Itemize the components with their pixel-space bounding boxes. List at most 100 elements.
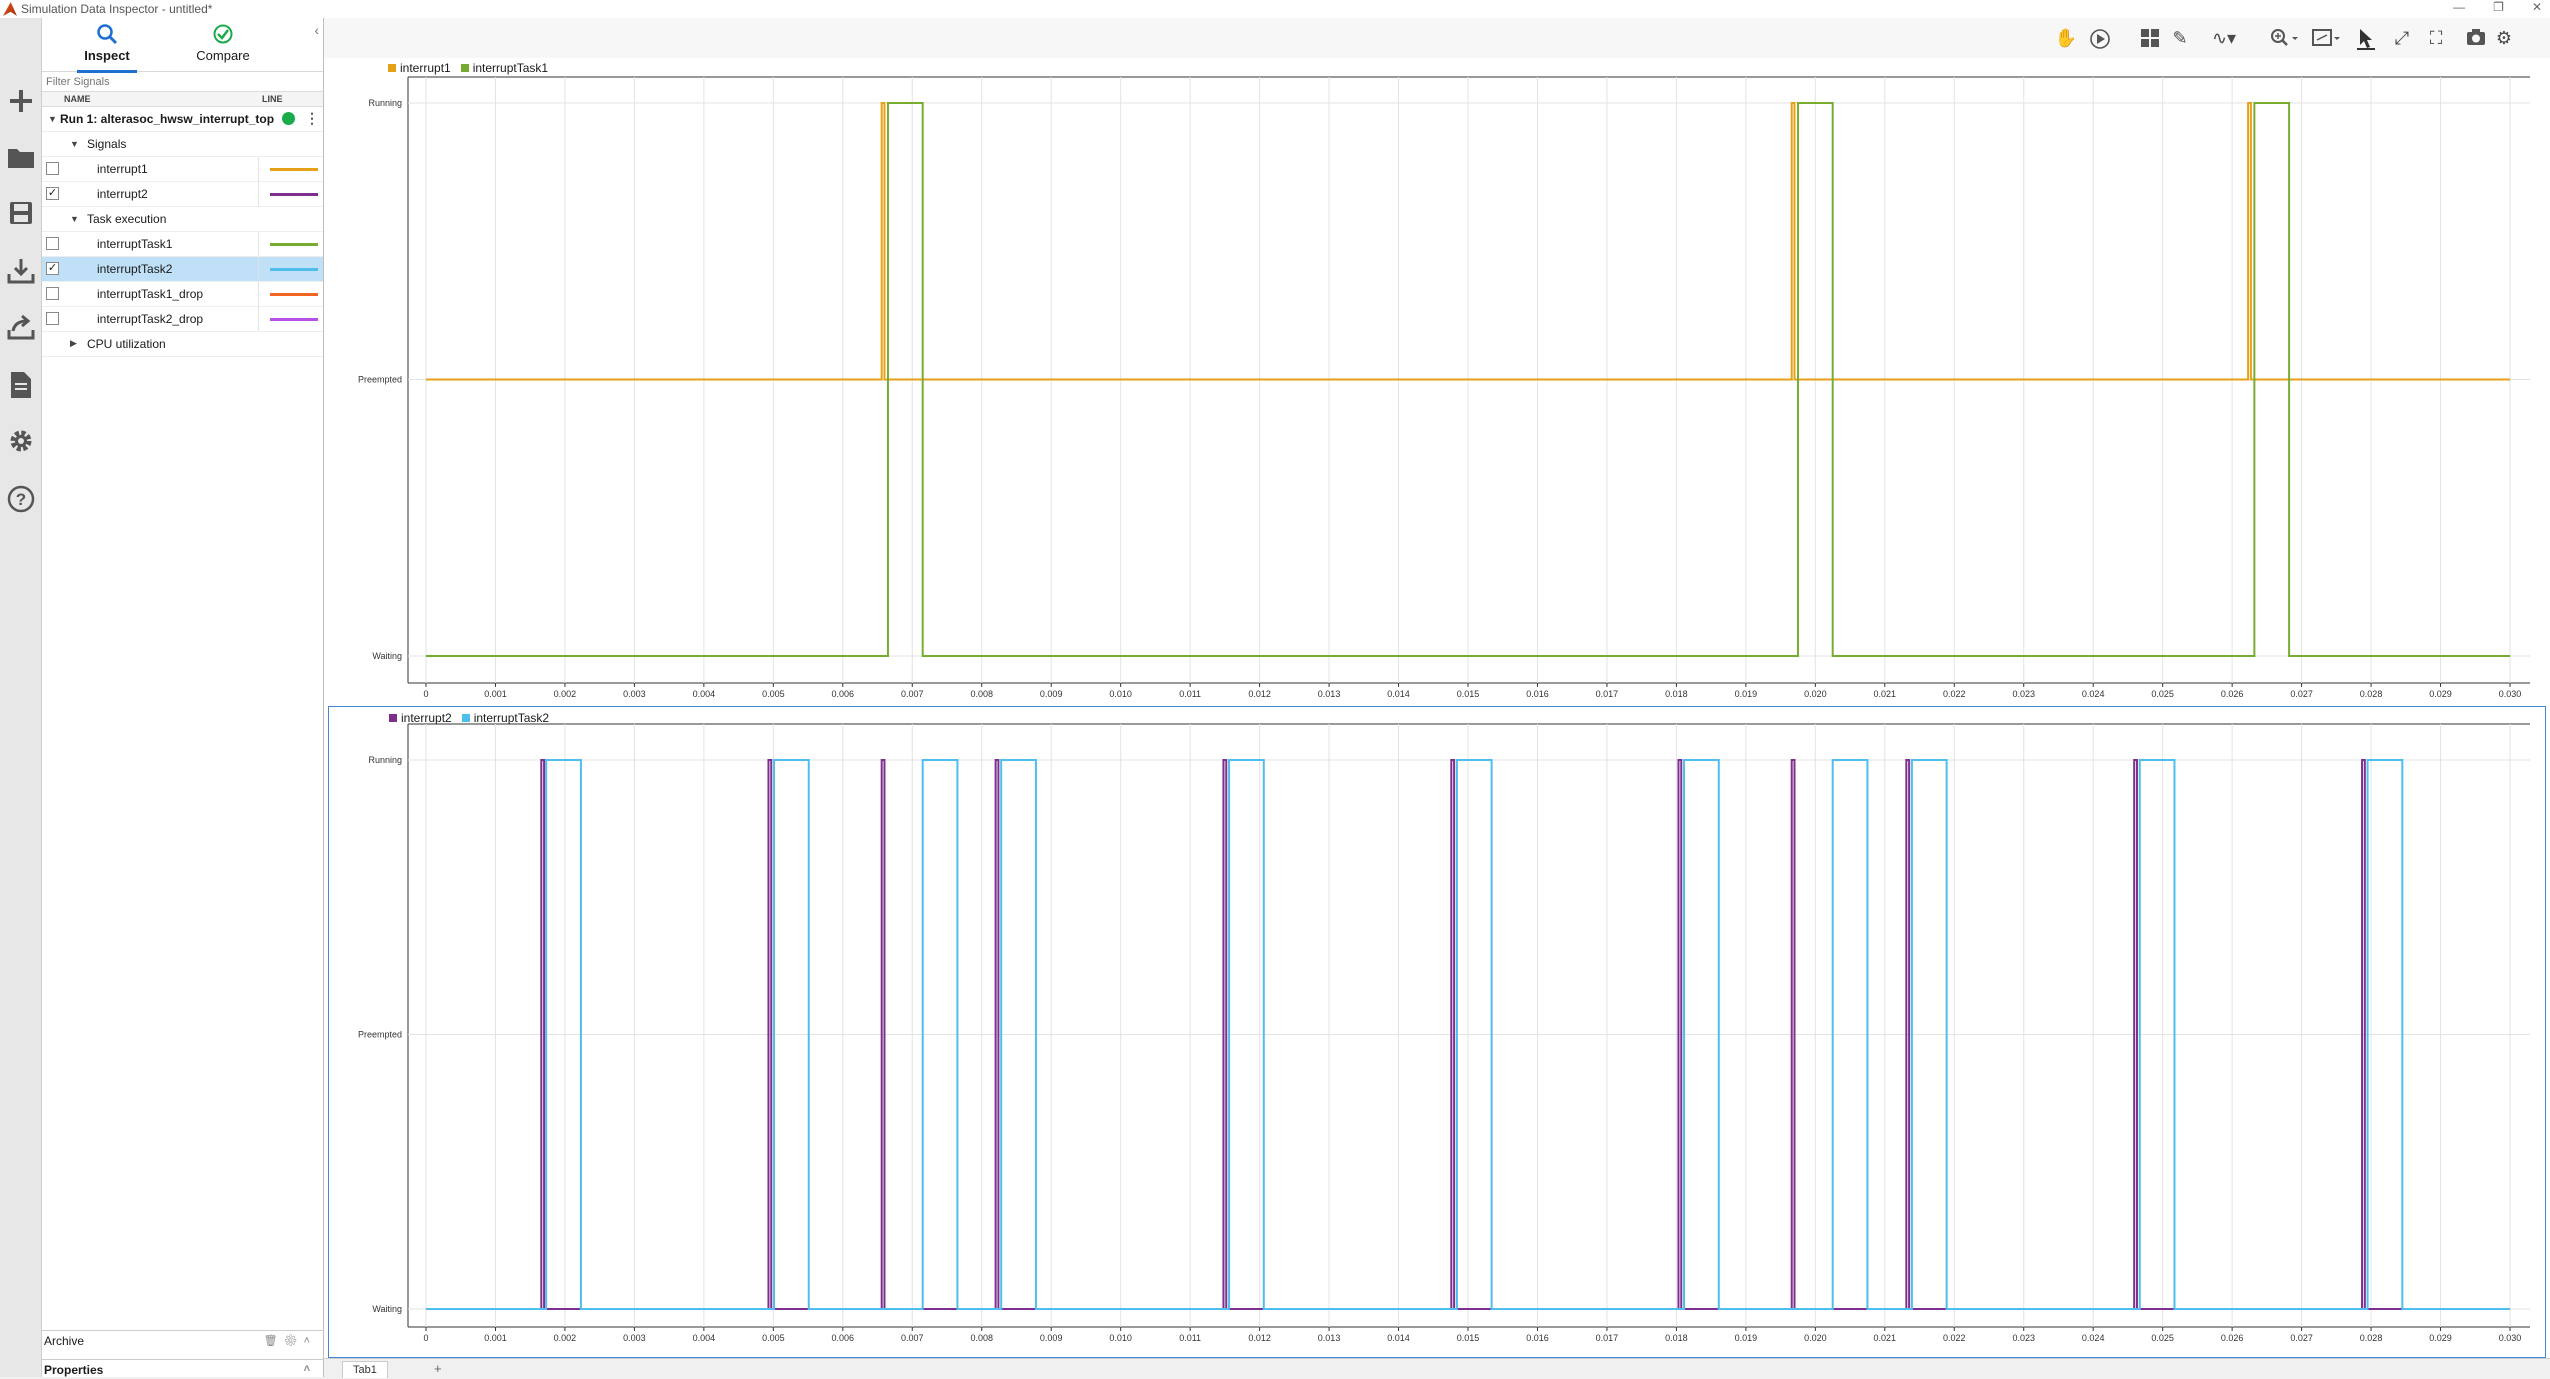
line-swatch[interactable]: [270, 267, 318, 271]
camera-icon[interactable]: [2464, 28, 2488, 50]
eraser-icon[interactable]: ✎: [2168, 28, 2192, 50]
trash-icon[interactable]: 🗑: [264, 1335, 284, 1347]
signal-checkbox[interactable]: ✓: [46, 262, 59, 275]
signal-checkbox[interactable]: ✓: [46, 187, 59, 200]
collapse-panel-icon[interactable]: ‹: [314, 22, 319, 38]
restore-icon[interactable]: ❐: [2493, 0, 2504, 14]
x-tick-label: 0.006: [832, 1333, 855, 1343]
chevron-up-icon[interactable]: ˄: [304, 1363, 316, 1375]
zoom-in-icon[interactable]: [2268, 28, 2302, 50]
x-tick-label: 0.005: [762, 1333, 785, 1343]
group-row-cpu-utilization[interactable]: ▶ CPU utilization: [42, 332, 323, 357]
x-tick-label: 0.018: [1665, 689, 1688, 699]
archive-section[interactable]: Archive 🗑⚙˄: [42, 1330, 324, 1350]
help-icon[interactable]: ?: [4, 482, 38, 516]
plot-toolbar: ✋ ✎ ∿▾ ⤢ ⛶ ⚙: [324, 18, 2550, 58]
folder-icon[interactable]: [4, 140, 38, 174]
add-tab-icon[interactable]: +: [434, 1361, 442, 1376]
x-tick-label: 0.022: [1943, 1333, 1966, 1343]
legend-item: interrupt1: [388, 61, 451, 75]
properties-label: Properties: [44, 1363, 104, 1377]
magnifier-icon: [52, 20, 162, 48]
signal-checkbox[interactable]: [46, 237, 59, 250]
x-tick-label: 0: [423, 689, 428, 699]
x-tick-label: 0.006: [832, 689, 855, 699]
x-tick-label: 0.023: [2012, 689, 2035, 699]
signal-row-interrupt1[interactable]: interrupt1: [42, 156, 323, 182]
signal-name: interruptTask1_drop: [97, 286, 204, 301]
timeline-chart-bottom[interactable]: 0 0.001 0.002 0.003 0.004 0.005 0.006 0.007 0.00…: [329, 707, 2545, 1357]
signal-row-interrupttask1-drop[interactable]: interruptTask1_drop: [42, 281, 323, 307]
export-icon[interactable]: [4, 310, 38, 344]
layout-grid-icon[interactable]: [2138, 28, 2162, 50]
run-row[interactable]: ▼ Run 1: alterasoc_hwsw_interrupt_top ⋮: [42, 107, 323, 132]
close-icon[interactable]: ✕: [2532, 0, 2542, 14]
inspect-label: Inspect: [84, 48, 130, 63]
signal-name: interruptTask2_drop: [97, 311, 204, 326]
tab-compare[interactable]: Compare: [168, 20, 278, 70]
x-tick-label: 0.009: [1040, 689, 1063, 699]
group-row-signals[interactable]: ▼ Signals: [42, 132, 323, 157]
x-tick-label: 0.017: [1596, 689, 1619, 699]
tab-inspect[interactable]: Inspect: [52, 20, 162, 73]
timeline-chart-top[interactable]: 0 0.001 0.002 0.003 0.004 0.005 0.006 0.007 0.00…: [328, 58, 2546, 704]
filter-signals-input[interactable]: [42, 73, 323, 92]
pan-hand-icon[interactable]: ✋: [2054, 28, 2078, 50]
plus-icon[interactable]: [4, 84, 38, 118]
fit-to-view-icon[interactable]: [2310, 28, 2344, 50]
x-tick-label: 0.010: [1109, 1333, 1132, 1343]
x-tick-label: 0.030: [2499, 689, 2522, 699]
signal-checkbox[interactable]: [46, 162, 59, 175]
signal-row-interrupttask1[interactable]: interruptTask1: [42, 231, 323, 257]
line-column-header[interactable]: LINE: [262, 94, 283, 104]
signal-checkbox[interactable]: [46, 287, 59, 300]
signal-row-interrupt2[interactable]: ✓ interrupt2: [42, 181, 323, 207]
gear-icon[interactable]: ⚙: [284, 1335, 304, 1347]
line-swatch[interactable]: [270, 317, 318, 321]
properties-section[interactable]: Properties ˄: [42, 1359, 324, 1379]
y-tick-label: Preempted: [358, 375, 402, 385]
expand-triangle-icon[interactable]: ▼: [48, 114, 57, 124]
x-tick-label: 0.026: [2221, 1333, 2244, 1343]
save-icon[interactable]: [4, 196, 38, 230]
line-swatch[interactable]: [270, 292, 318, 296]
settings-icon[interactable]: [4, 424, 38, 458]
visualization-menu-icon[interactable]: ∿▾: [2204, 28, 2244, 50]
signal-row-interrupttask2-drop[interactable]: interruptTask2_drop: [42, 306, 323, 332]
collapsed-triangle-icon[interactable]: ▶: [70, 338, 77, 349]
x-tick-label: 0.015: [1457, 1333, 1480, 1343]
legend-label: interruptTask2: [473, 711, 550, 725]
more-options-icon[interactable]: ⋮: [305, 110, 319, 127]
minimize-icon[interactable]: —: [2453, 0, 2465, 14]
line-swatch[interactable]: [270, 192, 318, 196]
line-swatch[interactable]: [270, 167, 318, 171]
x-tick-label: 0.027: [2290, 689, 2313, 699]
play-icon[interactable]: [2088, 28, 2112, 50]
expand-icon[interactable]: ⤢: [2390, 28, 2414, 50]
group-row-task-execution[interactable]: ▼ Task execution: [42, 207, 323, 232]
line-swatch[interactable]: [270, 242, 318, 246]
expand-triangle-icon[interactable]: ▼: [70, 214, 79, 224]
signal-row-interrupttask2[interactable]: ✓ interruptTask2: [42, 256, 323, 282]
y-tick-label: Waiting: [372, 1304, 402, 1314]
gear-icon[interactable]: ⚙: [2492, 28, 2516, 50]
name-column-header[interactable]: NAME: [64, 94, 91, 104]
subplot-bottom[interactable]: interrupt2 interruptTask2 0 0.001 0.002 0.0…: [328, 706, 2546, 1358]
chevron-up-icon[interactable]: ˄: [304, 1335, 316, 1347]
cursor-icon[interactable]: [2354, 28, 2378, 50]
legend-label: interruptTask1: [472, 61, 549, 75]
x-tick-label: 0.012: [1248, 689, 1271, 699]
x-tick-label: 0.016: [1526, 689, 1549, 699]
import-icon[interactable]: [4, 254, 38, 288]
x-tick-label: 0.019: [1735, 1333, 1758, 1343]
x-tick-label: 0.021: [1874, 1333, 1897, 1343]
expand-triangle-icon[interactable]: ▼: [70, 139, 79, 149]
report-icon[interactable]: [4, 368, 38, 402]
x-tick-label: 0.008: [970, 1333, 993, 1343]
tab-tab1[interactable]: Tab1: [342, 1361, 388, 1378]
fullscreen-icon[interactable]: ⛶: [2424, 28, 2448, 50]
window-title: Simulation Data Inspector - untitled*: [21, 2, 213, 16]
x-tick-label: 0.027: [2290, 1333, 2313, 1343]
subplot-top[interactable]: interrupt1 interruptTask1 0 0.001 0.002 0.0…: [328, 58, 2546, 704]
signal-checkbox[interactable]: [46, 312, 59, 325]
